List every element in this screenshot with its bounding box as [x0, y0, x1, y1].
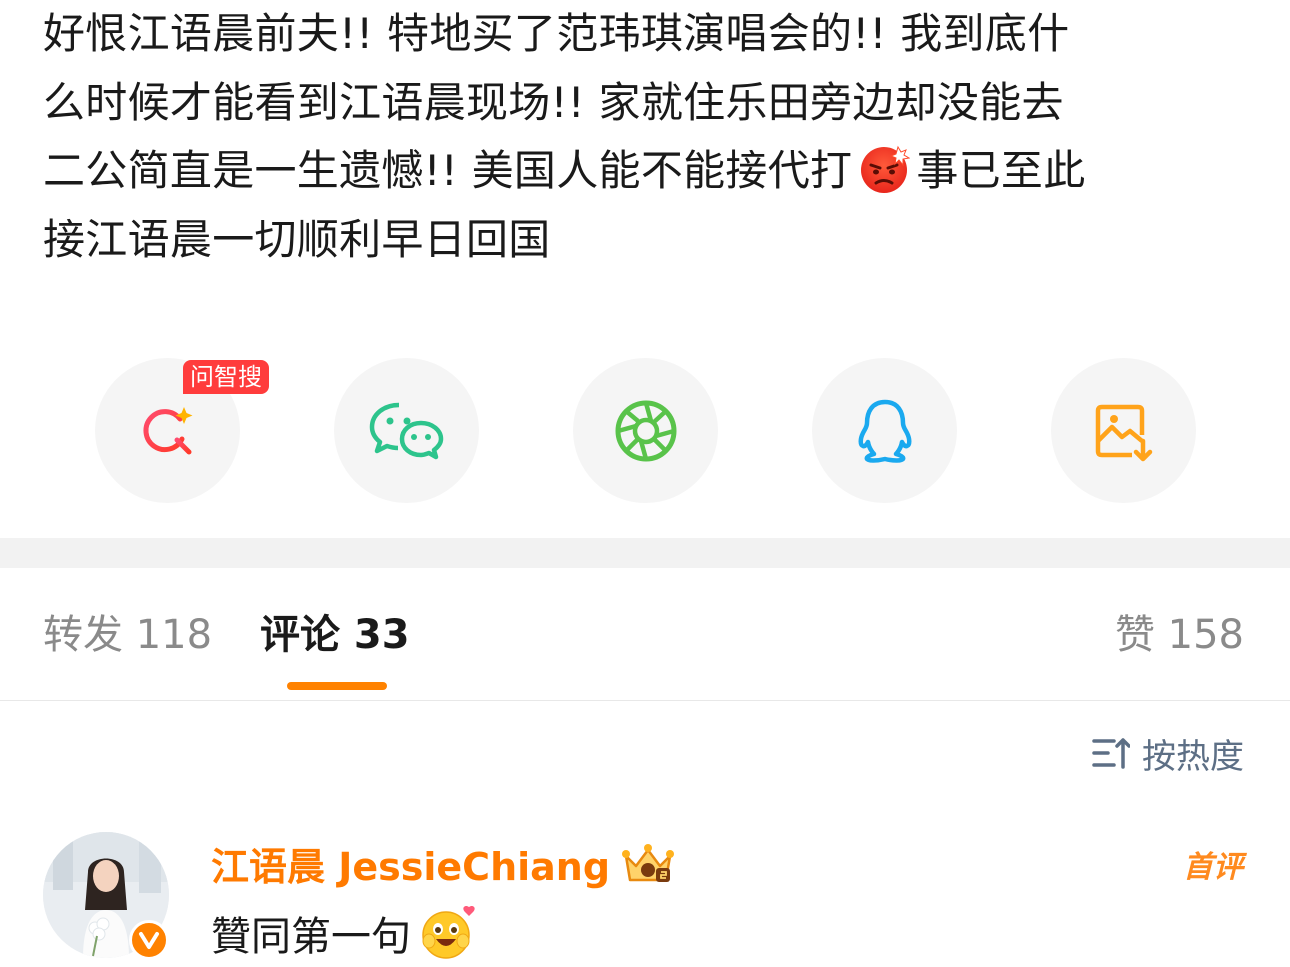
sort-label: 按热度: [1142, 736, 1244, 777]
sort-by-hot-button[interactable]: 按热度: [1092, 728, 1244, 778]
share-row: 问智搜: [95, 358, 1196, 503]
verified-badge-icon: [129, 920, 169, 960]
comment-item: 江语晨 JessieChiang 首评 贊同第一句: [43, 832, 1253, 967]
sort-icon: [1092, 738, 1130, 769]
comment-text-row: 贊同第一句: [211, 904, 477, 962]
comment-text: 贊同第一句: [211, 914, 411, 960]
wechat-share-button[interactable]: [334, 358, 479, 503]
post-line-3-tail: 事已至此: [916, 146, 1086, 195]
comment-author-name: 江语晨 JessieChiang: [211, 845, 611, 889]
crown-badge-icon: [622, 843, 675, 882]
post-body: 好恨江语晨前夫!! 特地买了范玮琪演唱会的!! 我到底什 么时候才能看到江语晨现…: [43, 0, 1258, 274]
post-line-3: 二公简直是一生遗憾!! 美国人能不能接代打 事已至此: [43, 137, 1258, 206]
tab-repost[interactable]: 转发 118: [43, 610, 212, 660]
comment-author[interactable]: 江语晨 JessieChiang: [211, 836, 676, 891]
post-line-4: 接江语晨一切顺利早日回国: [43, 214, 551, 264]
post-line-3-text: 二公简直是一生遗憾!! 美国人能不能接代打: [43, 146, 853, 195]
wechat-icon: [369, 402, 443, 459]
tab-active-indicator: [287, 682, 387, 690]
save-image-icon: [1095, 404, 1152, 461]
tab-comment[interactable]: 评论 33: [260, 610, 410, 660]
section-divider: [0, 538, 1290, 568]
angry-face-icon: [861, 145, 911, 193]
moments-icon: [615, 400, 676, 461]
post-line-2: 么时候才能看到江语晨现场!! 家就住乐田旁边却没能去: [43, 77, 1064, 127]
qq-icon: [858, 399, 911, 463]
tab-like[interactable]: 赞 158: [1115, 610, 1244, 660]
interaction-tabs: 转发 118 评论 33 赞 158: [0, 568, 1290, 701]
moments-share-button[interactable]: [573, 358, 718, 503]
happy-face-icon: [422, 905, 475, 959]
ai-search-icon: [143, 406, 192, 454]
first-comment-tag: 首评: [1183, 850, 1243, 885]
save-image-button[interactable]: [1051, 358, 1196, 503]
ai-search-badge: 问智搜: [183, 360, 269, 394]
post-line-1: 好恨江语晨前夫!! 特地买了范玮琪演唱会的!! 我到底什: [43, 9, 1070, 58]
qq-share-button[interactable]: [812, 358, 957, 503]
